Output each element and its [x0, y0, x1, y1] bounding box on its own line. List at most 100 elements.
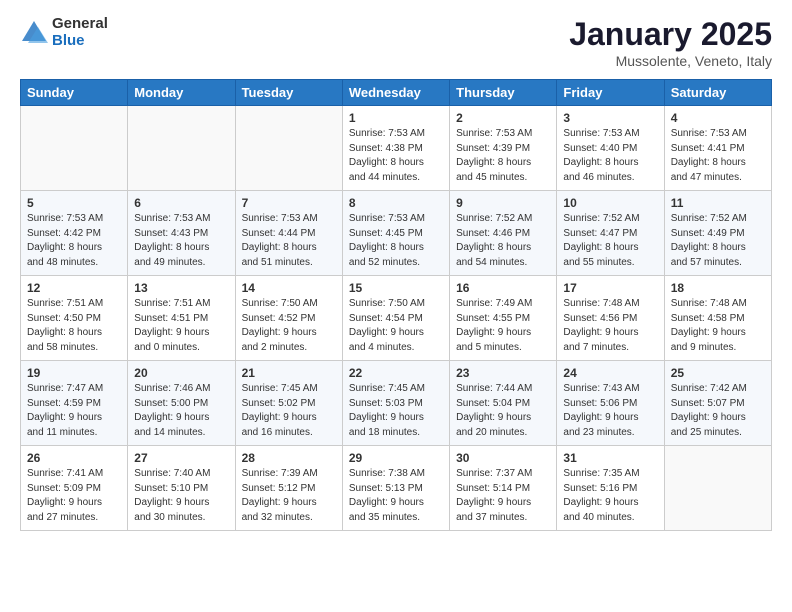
- day-info: Sunrise: 7:52 AM Sunset: 4:49 PM Dayligh…: [671, 212, 765, 270]
- header: General Blue January 2025 Mussolente, Ve…: [20, 16, 772, 69]
- table-row: [235, 106, 342, 191]
- day-info: Sunrise: 7:45 AM Sunset: 5:03 PM Dayligh…: [349, 382, 443, 440]
- day-number: 27: [134, 451, 228, 465]
- table-row: 10 Sunrise: 7:52 AM Sunset: 4:47 PM Dayli…: [557, 191, 664, 276]
- table-row: 1 Sunrise: 7:53 AM Sunset: 4:38 PM Daylig…: [342, 106, 449, 191]
- day-info: Sunrise: 7:51 AM Sunset: 4:50 PM Dayligh…: [27, 297, 121, 355]
- day-number: 20: [134, 366, 228, 380]
- table-row: 28 Sunrise: 7:39 AM Sunset: 5:12 PM Dayli…: [235, 446, 342, 531]
- table-row: 31 Sunrise: 7:35 AM Sunset: 5:16 PM Dayli…: [557, 446, 664, 531]
- day-number: 31: [563, 451, 657, 465]
- col-tuesday: Tuesday: [235, 80, 342, 106]
- table-row: 20 Sunrise: 7:46 AM Sunset: 5:00 PM Dayli…: [128, 361, 235, 446]
- day-number: 3: [563, 111, 657, 125]
- day-number: 2: [456, 111, 550, 125]
- table-row: 9 Sunrise: 7:52 AM Sunset: 4:46 PM Daylig…: [450, 191, 557, 276]
- day-info: Sunrise: 7:50 AM Sunset: 4:54 PM Dayligh…: [349, 297, 443, 355]
- table-row: 16 Sunrise: 7:49 AM Sunset: 4:55 PM Dayli…: [450, 276, 557, 361]
- day-number: 4: [671, 111, 765, 125]
- day-info: Sunrise: 7:53 AM Sunset: 4:42 PM Dayligh…: [27, 212, 121, 270]
- table-row: 18 Sunrise: 7:48 AM Sunset: 4:58 PM Dayli…: [664, 276, 771, 361]
- calendar-body: 1 Sunrise: 7:53 AM Sunset: 4:38 PM Daylig…: [21, 106, 772, 531]
- table-row: 12 Sunrise: 7:51 AM Sunset: 4:50 PM Dayli…: [21, 276, 128, 361]
- day-info: Sunrise: 7:53 AM Sunset: 4:40 PM Dayligh…: [563, 127, 657, 185]
- table-row: 14 Sunrise: 7:50 AM Sunset: 4:52 PM Dayli…: [235, 276, 342, 361]
- day-info: Sunrise: 7:47 AM Sunset: 4:59 PM Dayligh…: [27, 382, 121, 440]
- table-row: 22 Sunrise: 7:45 AM Sunset: 5:03 PM Dayli…: [342, 361, 449, 446]
- day-info: Sunrise: 7:49 AM Sunset: 4:55 PM Dayligh…: [456, 297, 550, 355]
- day-number: 8: [349, 196, 443, 210]
- table-row: 29Sunrise: 7:38 AM Sunset: 5:13 PM Dayli…: [342, 446, 449, 531]
- table-row: 11 Sunrise: 7:52 AM Sunset: 4:49 PM Dayli…: [664, 191, 771, 276]
- week-row-1: 5Sunrise: 7:53 AM Sunset: 4:42 PM Daylig…: [21, 191, 772, 276]
- table-row: 8 Sunrise: 7:53 AM Sunset: 4:45 PM Daylig…: [342, 191, 449, 276]
- day-number: 6: [134, 196, 228, 210]
- table-row: 17Sunrise: 7:48 AM Sunset: 4:56 PM Dayli…: [557, 276, 664, 361]
- day-number: 16: [456, 281, 550, 295]
- day-number: 19: [27, 366, 121, 380]
- day-number: 13: [134, 281, 228, 295]
- day-info: Sunrise: 7:53 AM Sunset: 4:41 PM Dayligh…: [671, 127, 765, 185]
- table-row: 3 Sunrise: 7:53 AM Sunset: 4:40 PM Daylig…: [557, 106, 664, 191]
- logo-general: General: [52, 16, 108, 33]
- day-number: 1: [349, 111, 443, 125]
- location-subtitle: Mussolente, Veneto, Italy: [569, 53, 772, 69]
- day-info: Sunrise: 7:35 AM Sunset: 5:16 PM Dayligh…: [563, 467, 657, 525]
- day-info: Sunrise: 7:37 AM Sunset: 5:14 PM Dayligh…: [456, 467, 550, 525]
- logo-text: General Blue: [52, 16, 108, 49]
- day-info: Sunrise: 7:38 AM Sunset: 5:13 PM Dayligh…: [349, 467, 443, 525]
- day-number: 28: [242, 451, 336, 465]
- day-info: Sunrise: 7:46 AM Sunset: 5:00 PM Dayligh…: [134, 382, 228, 440]
- day-info: Sunrise: 7:52 AM Sunset: 4:47 PM Dayligh…: [563, 212, 657, 270]
- day-info: Sunrise: 7:52 AM Sunset: 4:46 PM Dayligh…: [456, 212, 550, 270]
- logo-blue: Blue: [52, 33, 108, 50]
- week-row-2: 12 Sunrise: 7:51 AM Sunset: 4:50 PM Dayli…: [21, 276, 772, 361]
- week-row-4: 26Sunrise: 7:41 AM Sunset: 5:09 PM Dayli…: [21, 446, 772, 531]
- table-row: 13Sunrise: 7:51 AM Sunset: 4:51 PM Dayli…: [128, 276, 235, 361]
- day-info: Sunrise: 7:53 AM Sunset: 4:39 PM Dayligh…: [456, 127, 550, 185]
- day-number: 15: [349, 281, 443, 295]
- table-row: [21, 106, 128, 191]
- table-row: 19 Sunrise: 7:47 AM Sunset: 4:59 PM Dayli…: [21, 361, 128, 446]
- day-info: Sunrise: 7:42 AM Sunset: 5:07 PM Dayligh…: [671, 382, 765, 440]
- title-area: January 2025 Mussolente, Veneto, Italy: [569, 16, 772, 69]
- col-thursday: Thursday: [450, 80, 557, 106]
- table-row: [128, 106, 235, 191]
- day-info: Sunrise: 7:39 AM Sunset: 5:12 PM Dayligh…: [242, 467, 336, 525]
- day-number: 12: [27, 281, 121, 295]
- day-number: 18: [671, 281, 765, 295]
- table-row: 25Sunrise: 7:42 AM Sunset: 5:07 PM Dayli…: [664, 361, 771, 446]
- day-info: Sunrise: 7:53 AM Sunset: 4:45 PM Dayligh…: [349, 212, 443, 270]
- day-number: 21: [242, 366, 336, 380]
- day-info: Sunrise: 7:53 AM Sunset: 4:43 PM Dayligh…: [134, 212, 228, 270]
- table-row: 21Sunrise: 7:45 AM Sunset: 5:02 PM Dayli…: [235, 361, 342, 446]
- table-row: 2 Sunrise: 7:53 AM Sunset: 4:39 PM Daylig…: [450, 106, 557, 191]
- calendar: Sunday Monday Tuesday Wednesday Thursday…: [20, 79, 772, 531]
- day-number: 24: [563, 366, 657, 380]
- day-info: Sunrise: 7:53 AM Sunset: 4:38 PM Dayligh…: [349, 127, 443, 185]
- table-row: 23Sunrise: 7:44 AM Sunset: 5:04 PM Dayli…: [450, 361, 557, 446]
- day-number: 11: [671, 196, 765, 210]
- table-row: 27Sunrise: 7:40 AM Sunset: 5:10 PM Dayli…: [128, 446, 235, 531]
- day-info: Sunrise: 7:48 AM Sunset: 4:58 PM Dayligh…: [671, 297, 765, 355]
- table-row: 24 Sunrise: 7:43 AM Sunset: 5:06 PM Dayli…: [557, 361, 664, 446]
- day-number: 9: [456, 196, 550, 210]
- day-info: Sunrise: 7:50 AM Sunset: 4:52 PM Dayligh…: [242, 297, 336, 355]
- day-number: 22: [349, 366, 443, 380]
- table-row: 30Sunrise: 7:37 AM Sunset: 5:14 PM Dayli…: [450, 446, 557, 531]
- day-info: Sunrise: 7:43 AM Sunset: 5:06 PM Dayligh…: [563, 382, 657, 440]
- col-wednesday: Wednesday: [342, 80, 449, 106]
- logo-icon: [20, 19, 48, 47]
- day-info: Sunrise: 7:53 AM Sunset: 4:44 PM Dayligh…: [242, 212, 336, 270]
- day-number: 10: [563, 196, 657, 210]
- col-saturday: Saturday: [664, 80, 771, 106]
- col-friday: Friday: [557, 80, 664, 106]
- day-info: Sunrise: 7:44 AM Sunset: 5:04 PM Dayligh…: [456, 382, 550, 440]
- table-row: 5Sunrise: 7:53 AM Sunset: 4:42 PM Daylig…: [21, 191, 128, 276]
- day-info: Sunrise: 7:41 AM Sunset: 5:09 PM Dayligh…: [27, 467, 121, 525]
- table-row: 26Sunrise: 7:41 AM Sunset: 5:09 PM Dayli…: [21, 446, 128, 531]
- table-row: 15 Sunrise: 7:50 AM Sunset: 4:54 PM Dayli…: [342, 276, 449, 361]
- table-row: 7Sunrise: 7:53 AM Sunset: 4:44 PM Daylig…: [235, 191, 342, 276]
- day-number: 17: [563, 281, 657, 295]
- day-number: 14: [242, 281, 336, 295]
